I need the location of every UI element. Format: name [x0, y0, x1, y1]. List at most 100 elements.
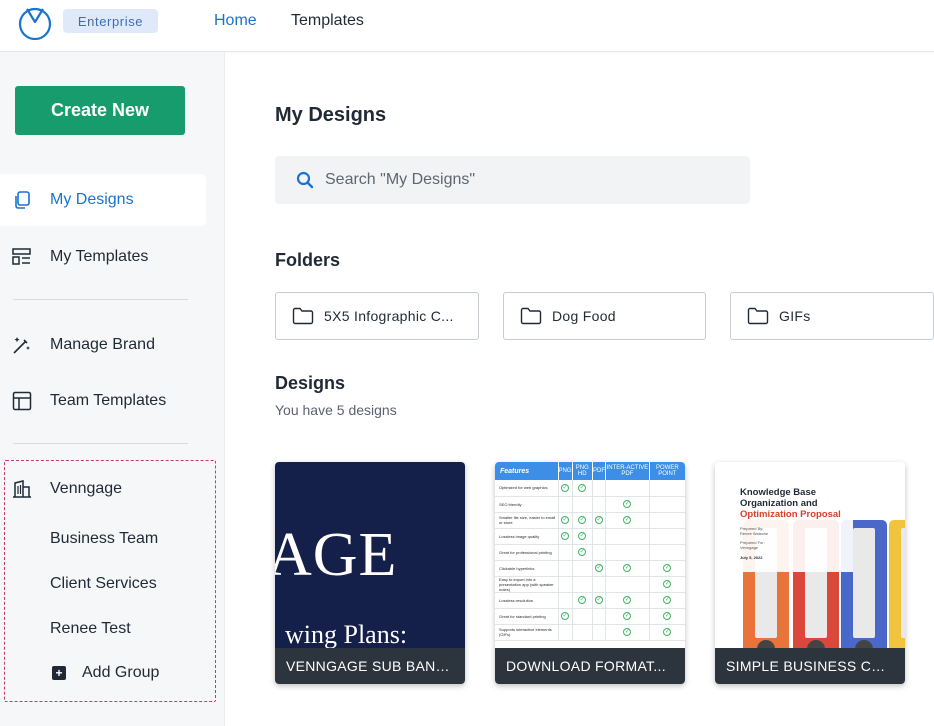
- table-cell: Great for standard printing: [495, 608, 559, 625]
- table-row: Easy to import into a presentation app (…: [495, 576, 685, 593]
- folder-icon: [292, 307, 314, 325]
- table-header: PNG: [558, 462, 573, 480]
- check-icon: ✓: [663, 564, 672, 572]
- table-cell: Clickable hyperlinks: [495, 560, 559, 577]
- folders-heading: Folders: [275, 250, 341, 270]
- sidebar-item-label: Manage Brand: [50, 336, 155, 353]
- table-cell: [605, 480, 650, 497]
- table-cell: [605, 544, 650, 561]
- check-icon: ✓: [623, 500, 632, 508]
- table-cell: [592, 544, 606, 561]
- table-cell: [572, 496, 594, 513]
- check-icon: ✓: [595, 564, 603, 572]
- table-row: Optimized for web graphics✓✓✓: [495, 480, 685, 497]
- table-cell: ✓: [649, 592, 685, 609]
- thumb-text: AGE: [275, 521, 398, 589]
- folder-card[interactable]: Dog Food: [503, 292, 706, 340]
- table-cell: ✓: [605, 608, 650, 625]
- design-caption[interactable]: VENNGAGE SUB BANN...: [275, 648, 465, 684]
- search-input[interactable]: [325, 156, 735, 204]
- check-icon: ✓: [578, 596, 587, 604]
- sidebar: Create New My Designs My Templates Manag…: [0, 52, 225, 726]
- folder-card[interactable]: GIFs: [730, 292, 934, 340]
- table-cell: [558, 496, 573, 513]
- table-cell: ✓: [605, 560, 650, 577]
- check-icon: ✓: [623, 596, 632, 604]
- sidebar-item-venngage[interactable]: Venngage: [0, 463, 206, 515]
- design-caption[interactable]: SIMPLE BUSINESS CO...: [715, 648, 905, 684]
- group-client-services[interactable]: Client Services: [50, 575, 157, 593]
- search-bar[interactable]: [275, 156, 750, 204]
- folder-card[interactable]: 5X5 Infographic C...: [275, 292, 479, 340]
- table-cell: ✓: [558, 608, 573, 625]
- design-thumbnail[interactable]: Knowledge Base Organization and Optimiza…: [715, 462, 905, 648]
- group-renee-test[interactable]: Renee Test: [50, 620, 131, 638]
- search-icon: [296, 171, 314, 189]
- building-icon: [13, 480, 31, 498]
- group-business-team[interactable]: Business Team: [50, 530, 158, 548]
- design-caption[interactable]: DOWNLOAD FORMAT...: [495, 648, 685, 684]
- design-thumbnail[interactable]: Features PNG PNG HD PDF INTER-ACTIVE PDF POWE…: [495, 462, 685, 648]
- sidebar-item-label: Venngage: [50, 480, 123, 497]
- table-cell: ✓: [558, 528, 573, 545]
- table-cell: ✓: [572, 512, 594, 529]
- table-row: Great for professional printing ✓: [495, 544, 685, 561]
- thumb-text: wing Plans:: [285, 620, 408, 648]
- check-icon: ✓: [595, 516, 603, 524]
- table-cell: ✓: [572, 592, 594, 609]
- table-cell: [592, 480, 606, 497]
- design-card[interactable]: Knowledge Base Organization and Optimiza…: [715, 462, 905, 684]
- table-cell: ✓: [649, 560, 685, 577]
- design-card[interactable]: Features PNG PNG HD PDF INTER-ACTIVE PDF POWE…: [495, 462, 685, 684]
- grid-icon: [12, 391, 32, 411]
- sidebar-item-label: My Designs: [50, 191, 134, 208]
- table-cell: Optimized for web graphics: [495, 480, 559, 497]
- table-header: POWER POINT: [649, 462, 685, 480]
- page-title: My Designs: [275, 104, 387, 126]
- table-cell: [649, 544, 685, 561]
- table-cell: [572, 608, 594, 625]
- check-icon: ✓: [663, 596, 672, 604]
- design-name: DOWNLOAD FORMAT...: [506, 658, 666, 674]
- table-cell: Lossless resolution: [495, 592, 559, 609]
- design-card[interactable]: AGE wing Plans: VENNGAGE SUB BANN...: [275, 462, 465, 684]
- create-new-button[interactable]: Create New: [15, 86, 185, 135]
- check-icon: ✓: [623, 628, 632, 636]
- sidebar-item-my-templates[interactable]: My Templates: [0, 231, 206, 283]
- check-icon: ✓: [561, 483, 569, 492]
- table-cell: ✓: [605, 512, 650, 529]
- table-row: Supports interactive elements (GIFs)✓✓✓: [495, 624, 685, 641]
- table-cell: [592, 608, 606, 625]
- table-cell: ✓: [592, 560, 606, 577]
- check-icon: ✓: [623, 564, 632, 572]
- table-cell: [592, 624, 606, 641]
- table-cell: [572, 576, 594, 593]
- folder-name: 5X5 Infographic C...: [324, 308, 454, 324]
- designs-heading: Designs: [275, 373, 346, 393]
- check-icon: ✓: [578, 532, 587, 540]
- check-icon: ✓: [578, 516, 587, 524]
- table-cell: ✓: [649, 608, 685, 625]
- add-group-button[interactable]: + Add Group: [52, 664, 159, 682]
- table-cell: ✓: [592, 592, 606, 609]
- table-cell: [592, 496, 606, 513]
- venngage-logo-icon[interactable]: [17, 4, 53, 40]
- sidebar-item-my-designs[interactable]: My Designs: [0, 174, 206, 226]
- table-cell: ✓: [572, 544, 594, 561]
- table-cell: SEO friendly: [495, 496, 559, 513]
- nav-home[interactable]: Home: [214, 12, 257, 30]
- table-cell: ✓: [592, 512, 606, 529]
- designs-count: You have 5 designs: [275, 402, 397, 418]
- table-cell: ✓: [605, 592, 650, 609]
- sidebar-item-team-templates[interactable]: Team Templates: [0, 375, 206, 427]
- sidebar-item-manage-brand[interactable]: Manage Brand: [0, 319, 206, 371]
- thumb-meta: Prepared By: Renee Walsche: [740, 526, 769, 536]
- table-row: Lossless image quality ✓ ✓: [495, 528, 685, 545]
- design-thumbnail[interactable]: AGE wing Plans:: [275, 462, 465, 648]
- nav-templates[interactable]: Templates: [291, 12, 364, 30]
- table-cell: [558, 544, 573, 561]
- check-icon: ✓: [561, 612, 569, 620]
- table-cell: [572, 560, 594, 577]
- check-icon: ✓: [663, 580, 672, 588]
- sidebar-divider: [13, 299, 188, 300]
